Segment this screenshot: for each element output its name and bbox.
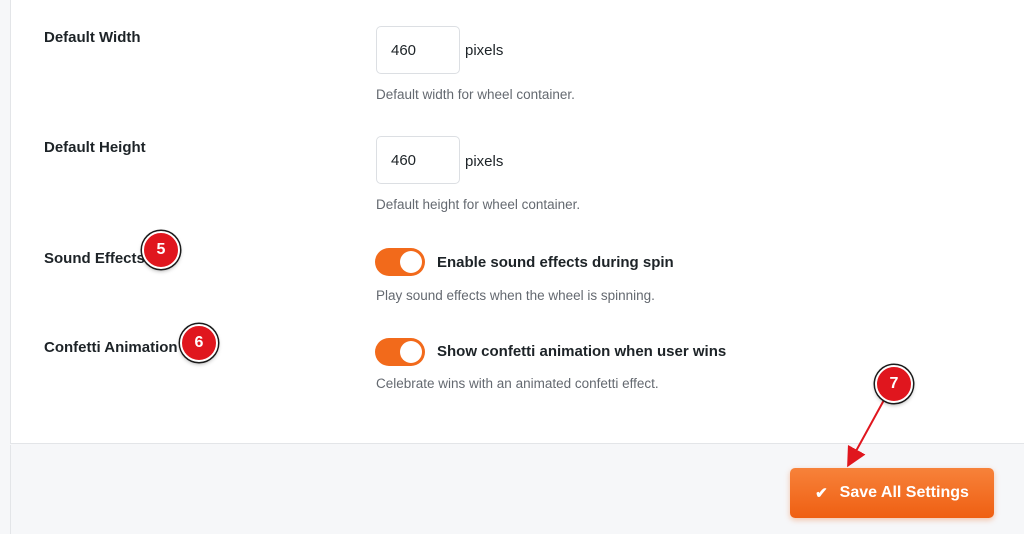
default-width-unit: pixels bbox=[465, 42, 504, 59]
toggle-knob bbox=[400, 341, 422, 363]
confetti-animation-toggle[interactable] bbox=[375, 338, 425, 366]
save-all-settings-label: Save All Settings bbox=[839, 484, 969, 501]
sound-effects-toggle-label: Enable sound effects during spin bbox=[437, 254, 674, 271]
default-width-input[interactable] bbox=[376, 26, 460, 74]
check-icon: ✔ bbox=[815, 485, 828, 502]
sound-effects-label: Sound Effects bbox=[44, 250, 145, 267]
annotation-badge-5: 5 bbox=[142, 231, 180, 269]
default-width-label: Default Width bbox=[44, 29, 141, 46]
default-height-help: Default height for wheel container. bbox=[376, 197, 581, 212]
default-height-input[interactable] bbox=[376, 136, 460, 184]
confetti-animation-toggle-label: Show confetti animation when user wins bbox=[437, 343, 727, 360]
confetti-animation-label: Confetti Animation bbox=[44, 339, 178, 356]
default-width-help: Default width for wheel container. bbox=[376, 87, 575, 102]
default-height-unit: pixels bbox=[465, 153, 504, 170]
default-height-label: Default Height bbox=[44, 139, 146, 156]
annotation-badge-7: 7 bbox=[875, 365, 913, 403]
sound-effects-toggle[interactable] bbox=[375, 248, 425, 276]
sound-effects-help: Play sound effects when the wheel is spi… bbox=[376, 288, 655, 303]
toggle-knob bbox=[400, 251, 422, 273]
save-all-settings-button[interactable]: ✔ Save All Settings bbox=[790, 468, 994, 518]
annotation-badge-6: 6 bbox=[180, 324, 218, 362]
confetti-animation-help: Celebrate wins with an animated confetti… bbox=[376, 376, 659, 391]
